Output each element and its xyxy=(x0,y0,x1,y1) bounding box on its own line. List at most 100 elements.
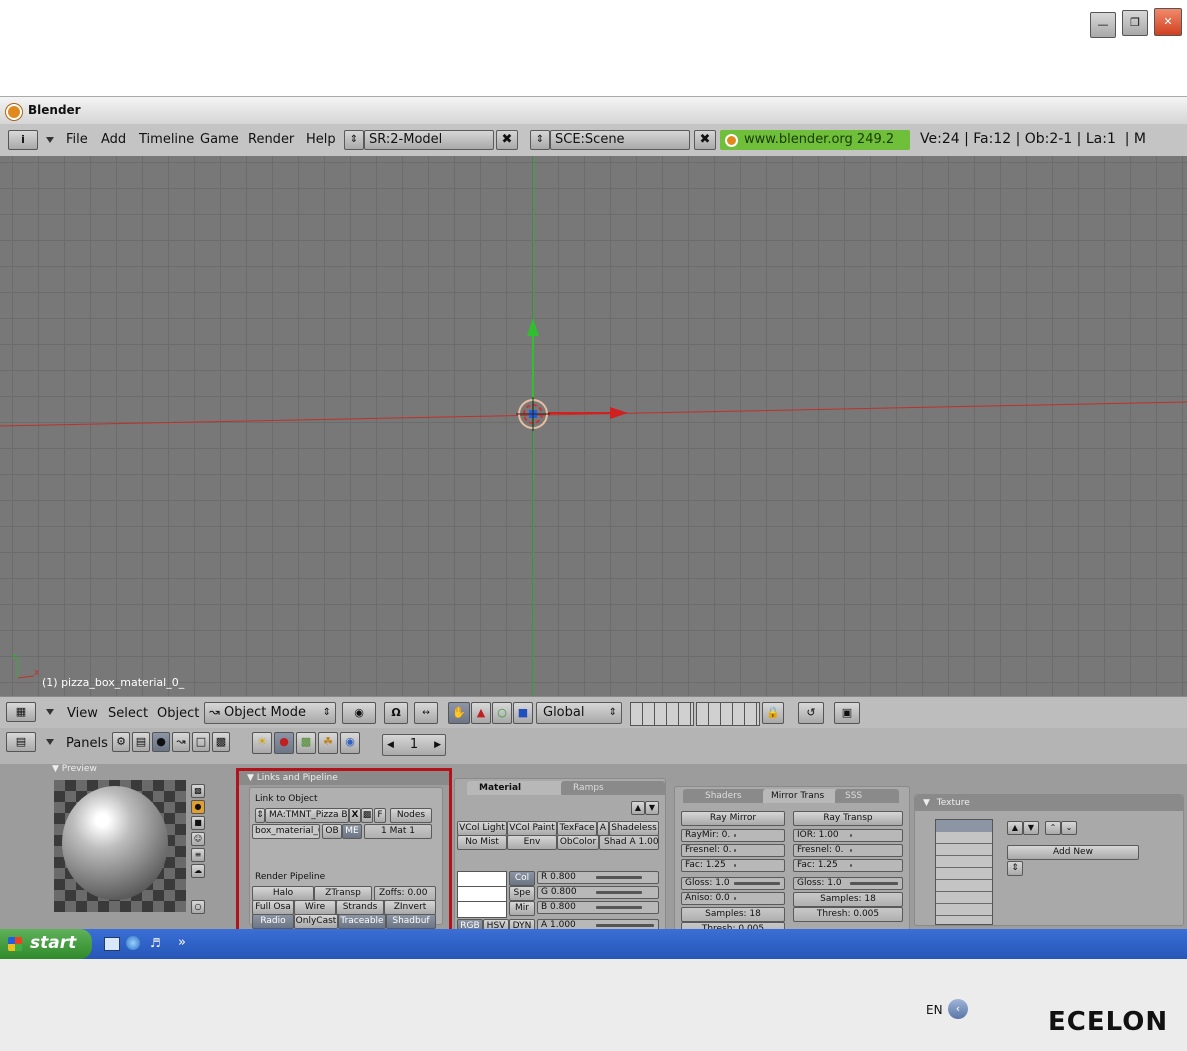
world-subcontext-icon[interactable]: ◉ xyxy=(340,732,360,754)
material-unlink-button[interactable]: X xyxy=(349,808,361,823)
material-index-field[interactable]: 1 Mat 1 xyxy=(364,824,432,839)
texface-button[interactable]: TexFace xyxy=(557,821,597,836)
halo-button[interactable]: Halo xyxy=(252,886,314,901)
lamp-subcontext-icon[interactable]: ☀ xyxy=(252,732,272,754)
shadbuf-button[interactable]: Shadbuf xyxy=(386,914,436,929)
paste-texture-icon[interactable]: ▼ xyxy=(1023,821,1039,835)
transp-thresh-field[interactable]: Thresh: 0.005 xyxy=(793,907,903,922)
material-browse-button[interactable]: ⇕ xyxy=(255,808,265,823)
mode-select[interactable]: ↝ Object Mode ⇕ xyxy=(204,702,336,724)
transp-fresnel-slider[interactable]: Fresnel: 0. xyxy=(793,844,903,857)
blender-url-badge[interactable]: www.blender.org 249.2 xyxy=(720,130,910,150)
preview-refresh-icon[interactable]: ○ xyxy=(191,900,205,914)
b-slider[interactable]: B 0.800 xyxy=(537,901,659,914)
env-button[interactable]: Env xyxy=(507,835,557,850)
transp-fac-slider[interactable]: Fac: 1.25 xyxy=(793,859,903,872)
panel-collapse-icon[interactable]: ▼ xyxy=(52,764,59,774)
ray-transp-button[interactable]: Ray Transp xyxy=(793,811,903,826)
pivot-options-icon[interactable]: ↔ xyxy=(414,702,438,724)
texface-alpha-button[interactable]: A xyxy=(597,821,609,836)
material-name-field[interactable]: MA:TMNT_Pizza Box xyxy=(265,808,349,823)
mir-tab-button[interactable]: Mir xyxy=(509,901,535,916)
minimize-button[interactable]: — xyxy=(1090,12,1116,38)
media-quicklaunch-icon[interactable]: ♬ xyxy=(150,936,161,950)
screen-delete-button[interactable]: ✖ xyxy=(496,130,518,150)
draw-type-select[interactable]: ◉ xyxy=(342,702,376,724)
preview-sphere-icon[interactable]: ● xyxy=(191,800,205,814)
scene-name-field[interactable]: SCE:Scene xyxy=(550,130,690,150)
3d-viewport[interactable]: z x (1) pizza_box_material_0_ xyxy=(0,156,1187,696)
quicklaunch-more-icon[interactable]: » xyxy=(178,935,186,950)
ior-slider[interactable]: IOR: 1.00 xyxy=(793,829,903,842)
mirror-samples-field[interactable]: Samples: 18 xyxy=(681,907,785,922)
rotate-manipulator-icon[interactable]: ○ xyxy=(492,702,512,724)
radio-subcontext-icon[interactable]: ☘ xyxy=(318,732,338,754)
raymir-slider[interactable]: RayMir: 0. xyxy=(681,829,785,842)
menu-select[interactable]: Select xyxy=(108,706,148,721)
material-fake-user-icon[interactable]: ▩ xyxy=(361,808,373,823)
strands-button[interactable]: Strands xyxy=(336,900,384,915)
vcol-light-button[interactable]: VCol Light xyxy=(457,821,507,836)
menu-help[interactable]: Help xyxy=(306,132,336,147)
vcol-paint-button[interactable]: VCol Paint xyxy=(507,821,557,836)
mirror-transp-tab[interactable]: Mirror Trans xyxy=(763,789,841,803)
texture-browse-button[interactable]: ⇕ xyxy=(1007,861,1023,876)
restore-button[interactable]: ❐ xyxy=(1122,10,1148,36)
link-me-button[interactable]: ME xyxy=(342,824,362,839)
zoffs-field[interactable]: Zoffs: 0.00 xyxy=(374,886,436,901)
scene-context-icon[interactable]: ▩ xyxy=(212,732,230,752)
editing-context-icon[interactable]: □ xyxy=(192,732,210,752)
radio-button[interactable]: Radio xyxy=(252,914,294,929)
preview-monkey-icon[interactable]: ☺ xyxy=(191,832,205,846)
language-indicator[interactable]: EN xyxy=(926,1003,943,1017)
layer-buttons-group-2[interactable] xyxy=(696,702,760,726)
traceable-button[interactable]: Traceable xyxy=(338,914,386,929)
texture-channel-active[interactable] xyxy=(936,820,992,832)
script-context-icon[interactable]: ▤ xyxy=(132,732,150,752)
shadeless-button[interactable]: Shadeless xyxy=(609,821,659,836)
collapse-header-icon[interactable] xyxy=(46,739,54,745)
copy-material-icon[interactable]: ▲ xyxy=(631,801,645,815)
menu-file[interactable]: File xyxy=(66,132,88,147)
manipulator-toggle-icon[interactable]: ✋ xyxy=(448,702,470,724)
ztransp-button[interactable]: ZTransp xyxy=(314,886,372,901)
scale-manipulator-icon[interactable]: ■ xyxy=(513,702,533,724)
col-tab-button[interactable]: Col xyxy=(509,871,535,886)
start-button[interactable]: start xyxy=(0,929,92,959)
logic-context-icon[interactable]: ⚙ xyxy=(112,732,130,752)
object-name-field[interactable]: box_material_0_ xyxy=(252,824,320,839)
shad-alpha-field[interactable]: Shad A 1.00 xyxy=(599,835,659,850)
preview-flat-icon[interactable]: ▩ xyxy=(191,784,205,798)
preview-hair-icon[interactable]: ≡ xyxy=(191,848,205,862)
ramps-tab[interactable]: Ramps xyxy=(561,781,665,795)
orientation-select[interactable]: Global ⇕ xyxy=(536,702,622,724)
object-context-icon[interactable]: ↝ xyxy=(172,732,190,752)
menu-object[interactable]: Object xyxy=(157,706,199,721)
browser-quicklaunch-icon[interactable] xyxy=(126,936,140,950)
close-window-button[interactable]: ✕ xyxy=(1154,8,1182,36)
menu-game[interactable]: Game xyxy=(200,132,239,147)
snap-icon[interactable]: ↺ xyxy=(798,702,824,724)
preview-cube-icon[interactable]: ■ xyxy=(191,816,205,830)
link-ob-button[interactable]: OB xyxy=(322,824,342,839)
mirror-fresnel-slider[interactable]: Fresnel: 0. xyxy=(681,844,785,857)
no-mist-button[interactable]: No Mist xyxy=(457,835,507,850)
texture-subcontext-icon[interactable]: ▩ xyxy=(296,732,316,754)
mirror-fac-slider[interactable]: Fac: 1.25 xyxy=(681,859,785,872)
pivot-select[interactable]: Ω xyxy=(384,702,408,724)
texture-channel-list[interactable] xyxy=(935,819,993,925)
material-nodes-button[interactable]: Nodes xyxy=(390,808,432,823)
r-slider[interactable]: R 0.800 xyxy=(537,871,659,884)
frame-increment-icon[interactable]: ▶ xyxy=(434,735,441,755)
onlycast-button[interactable]: OnlyCast xyxy=(294,914,338,929)
menu-timeline[interactable]: Timeline xyxy=(139,132,194,147)
collapse-header-icon[interactable] xyxy=(46,709,54,715)
buttons-window-type-icon[interactable]: ▤ xyxy=(6,732,36,752)
move-down-icon[interactable]: ⌄ xyxy=(1061,821,1077,835)
transp-gloss-slider[interactable]: Gloss: 1.0 xyxy=(793,877,903,890)
sss-tab[interactable]: SSS xyxy=(835,789,899,803)
transp-samples-field[interactable]: Samples: 18 xyxy=(793,892,903,907)
panel-collapse-icon[interactable]: ▼ xyxy=(247,773,254,783)
tray-expand-icon[interactable]: ‹ xyxy=(948,999,968,1019)
render-preview-icon[interactable]: ▣ xyxy=(834,702,860,724)
